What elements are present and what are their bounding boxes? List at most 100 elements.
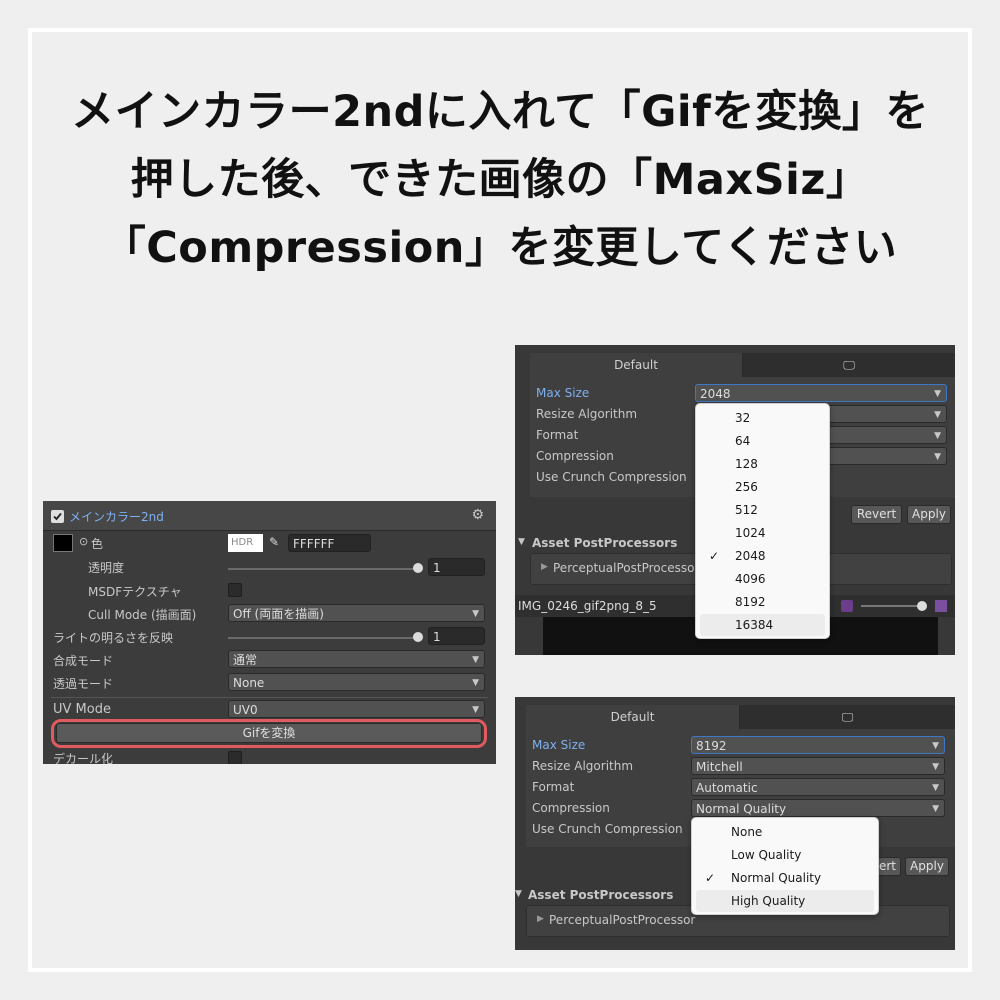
decal-checkbox[interactable] bbox=[228, 751, 242, 764]
apply-button[interactable]: Apply bbox=[907, 505, 951, 524]
section-header[interactable]: メインカラー2nd ⚙ bbox=[43, 501, 496, 531]
apply-label: Apply bbox=[912, 507, 946, 521]
light-slider-knob[interactable] bbox=[413, 632, 423, 642]
decal-label: デカール化 bbox=[53, 752, 114, 764]
heading-line-2: 押した後、できた画像の「MaxSiz」 bbox=[130, 155, 870, 205]
preview-slider-knob[interactable] bbox=[917, 601, 927, 611]
chevron-down-icon: ▼ bbox=[934, 389, 941, 399]
menu-option-label: 256 bbox=[735, 480, 758, 494]
import-settings-panel-maxsize: Default 🖵 Max Size 2048 ▼ Resize Algorith… bbox=[515, 345, 955, 655]
preview-slider-track[interactable] bbox=[861, 605, 923, 607]
compression-dropdown[interactable]: Normal Quality ▼ bbox=[691, 799, 945, 817]
menu-option[interactable]: ✓ Normal Quality bbox=[696, 867, 874, 889]
convert-gif-label: Gifを変換 bbox=[242, 726, 296, 740]
msdf-checkbox[interactable] bbox=[228, 583, 242, 597]
uv-mode-dropdown[interactable]: UV0 ▼ bbox=[228, 700, 485, 718]
revert-button[interactable]: Revert bbox=[851, 505, 902, 524]
menu-option[interactable]: 256 bbox=[700, 476, 825, 498]
menu-option-label: Normal Quality bbox=[731, 871, 822, 885]
menu-option[interactable]: 128 bbox=[700, 453, 825, 475]
menu-option[interactable]: 8192 bbox=[700, 591, 825, 613]
uv-mode-value: UV0 bbox=[233, 703, 258, 717]
foldout-arrow-icon[interactable]: ▼ bbox=[515, 889, 522, 899]
compression-label: Compression bbox=[532, 801, 610, 815]
max-size-menu: 32 64 128 256 512 1024 ✓ 2048 4096 8192 16384 bbox=[695, 403, 830, 639]
light-field[interactable]: 1 bbox=[428, 627, 485, 645]
format-label: Format bbox=[536, 428, 579, 442]
chevron-down-icon: ▼ bbox=[472, 678, 479, 688]
chevron-down-icon: ▼ bbox=[472, 705, 479, 715]
section-title: メインカラー2nd bbox=[69, 510, 164, 524]
hex-value: FFFFFF bbox=[293, 537, 335, 551]
resize-algorithm-value: Mitchell bbox=[696, 760, 743, 774]
light-slider-track[interactable] bbox=[228, 637, 418, 639]
max-size-dropdown[interactable]: 8192 ▼ bbox=[691, 736, 945, 754]
compression-value: Normal Quality bbox=[696, 802, 787, 816]
transparency-slider-knob[interactable] bbox=[413, 563, 423, 573]
color-swatch[interactable] bbox=[53, 534, 73, 552]
menu-option[interactable]: 64 bbox=[700, 430, 825, 452]
tab-default[interactable]: Default bbox=[526, 705, 740, 729]
transparency-field[interactable]: 1 bbox=[428, 558, 485, 576]
menu-option-label: 4096 bbox=[735, 572, 766, 586]
circle-icon: ⊙ bbox=[79, 535, 89, 548]
menu-option[interactable]: 1024 bbox=[700, 522, 825, 544]
hdr-color-field[interactable]: HDR bbox=[228, 534, 263, 552]
format-label: Format bbox=[532, 780, 575, 794]
menu-option[interactable]: None bbox=[696, 821, 874, 843]
chevron-down-icon: ▼ bbox=[932, 762, 939, 772]
menu-option-label: 64 bbox=[735, 434, 751, 448]
menu-option[interactable]: ✓ 2048 bbox=[700, 545, 825, 567]
asset-name: IMG_0246_gif2png_8_5 bbox=[518, 599, 657, 613]
apply-button[interactable]: Apply bbox=[905, 857, 949, 876]
chevron-down-icon: ▼ bbox=[934, 410, 941, 420]
postprocessors-label: Asset PostProcessors bbox=[528, 888, 674, 902]
transparency-value: 1 bbox=[433, 561, 441, 575]
menu-option[interactable]: 512 bbox=[700, 499, 825, 521]
menu-option[interactable]: 32 bbox=[700, 407, 825, 429]
revert-label: Revert bbox=[856, 507, 897, 521]
blend-mode-value: 通常 bbox=[233, 653, 258, 667]
color-label: 色 bbox=[91, 537, 104, 551]
revert-label: ert bbox=[878, 859, 896, 873]
mip-icon[interactable] bbox=[841, 600, 853, 612]
menu-option-label: 16384 bbox=[735, 618, 774, 632]
menu-option-label: 32 bbox=[735, 411, 751, 425]
convert-gif-button[interactable]: Gifを変換 bbox=[56, 723, 482, 743]
max-size-dropdown[interactable]: 2048 ▼ bbox=[695, 384, 947, 402]
monitor-icon: 🖵 bbox=[843, 358, 855, 372]
menu-option-label: 512 bbox=[735, 503, 758, 517]
alpha-mode-dropdown[interactable]: None ▼ bbox=[228, 673, 485, 691]
tab-standalone[interactable]: 🖵 bbox=[740, 705, 955, 729]
heading-line-3: 「Compression」を変更してください bbox=[102, 223, 898, 273]
cull-mode-dropdown[interactable]: Off (両面を描画) ▼ bbox=[228, 604, 485, 622]
blend-mode-dropdown[interactable]: 通常 ▼ bbox=[228, 650, 485, 668]
hex-color-field[interactable]: FFFFFF bbox=[288, 534, 371, 552]
gear-icon[interactable]: ⚙ bbox=[471, 507, 484, 523]
foldout-right-icon[interactable]: ▶ bbox=[541, 562, 548, 572]
uv-mode-label: UV Mode bbox=[53, 702, 111, 717]
compression-menu: None Low Quality ✓ Normal Quality High Quali… bbox=[691, 817, 879, 915]
resize-algorithm-dropdown[interactable]: Mitchell ▼ bbox=[691, 757, 945, 775]
tab-standalone[interactable]: 🖵 bbox=[743, 353, 955, 377]
tab-default[interactable]: Default bbox=[530, 353, 743, 377]
menu-option[interactable]: 16384 bbox=[700, 614, 825, 636]
chevron-down-icon: ▼ bbox=[934, 431, 941, 441]
menu-option-label: 2048 bbox=[735, 549, 766, 563]
checker-icon[interactable] bbox=[935, 600, 947, 612]
menu-option[interactable]: 4096 bbox=[700, 568, 825, 590]
alpha-mode-value: None bbox=[233, 676, 265, 690]
tab-default-label: Default bbox=[610, 710, 655, 724]
chevron-down-icon: ▼ bbox=[472, 609, 479, 619]
menu-option[interactable]: High Quality bbox=[696, 890, 874, 912]
menu-option[interactable]: Low Quality bbox=[696, 844, 874, 866]
section-enable-checkbox[interactable] bbox=[51, 510, 64, 523]
menu-option-label: 128 bbox=[735, 457, 758, 471]
foldout-arrow-icon[interactable]: ▼ bbox=[518, 537, 525, 547]
platform-tabs: Default 🖵 bbox=[530, 353, 955, 377]
transparency-slider-track[interactable] bbox=[228, 568, 418, 570]
foldout-right-icon[interactable]: ▶ bbox=[537, 914, 544, 924]
eyedropper-icon[interactable]: ✎ bbox=[269, 535, 279, 549]
format-dropdown[interactable]: Automatic ▼ bbox=[691, 778, 945, 796]
max-size-label: Max Size bbox=[532, 738, 586, 752]
